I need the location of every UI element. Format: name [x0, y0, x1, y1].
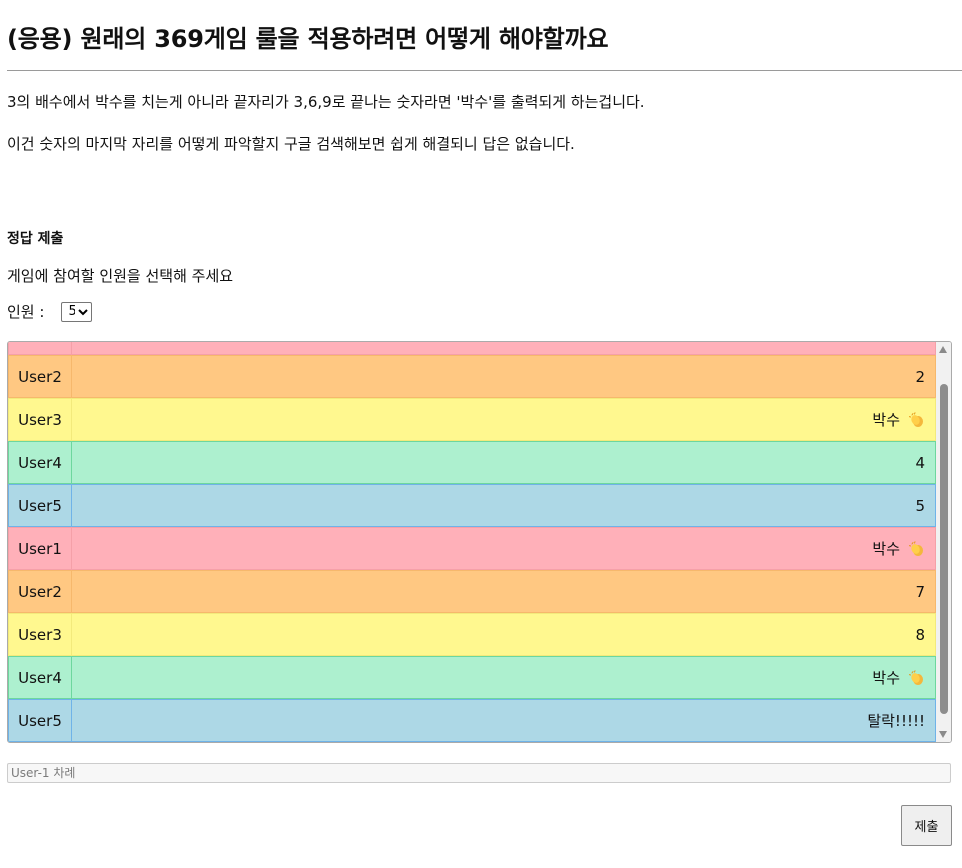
row-value: 탈락!!!!! — [867, 712, 925, 730]
row-user: User5 — [9, 700, 72, 741]
row-value-cell: 박수 — [72, 528, 935, 569]
row-value: 5 — [915, 496, 925, 515]
page-title: (응용) 원래의 369게임 룰을 적용하려면 어떻게 해야할까요 — [7, 25, 609, 53]
row-value: 8 — [915, 625, 925, 644]
row-value: 7 — [915, 582, 925, 601]
clapping-hands-icon — [908, 669, 925, 686]
row-user: User2 — [9, 571, 72, 612]
participant-count-row: 인원 : 5 — [7, 301, 93, 322]
row-user: User1 — [9, 528, 72, 569]
participant-instruction: 게임에 참여할 인원을 선택해 주세요 — [7, 267, 234, 285]
row-value: 4 — [915, 453, 925, 472]
section-title: 정답 제출 — [7, 231, 64, 247]
row-user: User4 — [9, 657, 72, 698]
row-value-cell — [72, 342, 935, 354]
clapping-hands-icon — [908, 540, 925, 557]
row-value-cell: 탈락!!!!! — [72, 700, 935, 741]
row-user: User5 — [9, 485, 72, 526]
game-row: User4 박수 — [8, 656, 936, 699]
row-value: 박수 — [872, 540, 900, 558]
scroll-thumb[interactable] — [940, 384, 948, 714]
title-divider — [7, 70, 962, 71]
row-user — [9, 342, 72, 354]
row-value-cell: 4 — [72, 442, 935, 483]
board-scrollbar[interactable] — [936, 342, 951, 742]
game-row: User3 8 — [8, 613, 936, 656]
turn-answer-input[interactable] — [7, 763, 951, 783]
row-value: 박수 — [872, 411, 900, 429]
row-user: User4 — [9, 442, 72, 483]
game-row: User1 박수 — [8, 527, 936, 570]
row-value-cell: 박수 — [72, 399, 935, 440]
game-board[interactable]: User2 2 User3 박수 User4 4 User5 5 User1 박수 User2 7 Us… — [7, 341, 952, 743]
scroll-up-arrow-icon[interactable] — [939, 346, 947, 353]
description-rule: 3의 배수에서 박수를 치는게 아니라 끝자리가 3,6,9로 끝나는 숫자라면… — [7, 93, 645, 111]
row-value-cell: 7 — [72, 571, 935, 612]
submit-button[interactable]: 제출 — [901, 805, 952, 846]
game-row: User3 박수 — [8, 398, 936, 441]
game-row: User4 4 — [8, 441, 936, 484]
row-value-cell: 5 — [72, 485, 935, 526]
participant-count-select[interactable]: 5 — [61, 301, 93, 322]
game-row: User5 탈락!!!!! — [8, 699, 936, 742]
scroll-down-arrow-icon[interactable] — [939, 731, 947, 738]
row-value: 박수 — [872, 669, 900, 687]
game-row: User2 2 — [8, 355, 936, 398]
row-value: 2 — [915, 367, 925, 386]
row-value-cell: 2 — [72, 356, 935, 397]
participant-count-label: 인원 : — [7, 303, 45, 321]
game-rows: User2 2 User3 박수 User4 4 User5 5 User1 박수 User2 7 Us… — [8, 342, 936, 742]
game-row — [8, 342, 936, 355]
row-user: User3 — [9, 614, 72, 655]
row-user: User3 — [9, 399, 72, 440]
row-value-cell: 8 — [72, 614, 935, 655]
row-value-cell: 박수 — [72, 657, 935, 698]
clapping-hands-icon — [908, 411, 925, 428]
game-row: User5 5 — [8, 484, 936, 527]
row-user: User2 — [9, 356, 72, 397]
description-hint: 이건 숫자의 마지막 자리를 어떻게 파악할지 구글 검색해보면 쉽게 해결되니… — [7, 135, 575, 153]
game-row: User2 7 — [8, 570, 936, 613]
